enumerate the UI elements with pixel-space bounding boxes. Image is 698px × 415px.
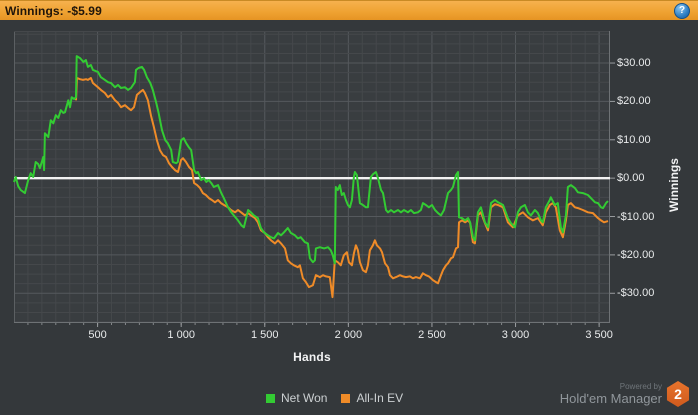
- winnings-chart: [13, 31, 615, 327]
- powered-by-texts: Powered by Hold'em Manager: [560, 382, 662, 407]
- net-won-legend-label: Net Won: [281, 391, 328, 405]
- y-axis-tick-label: $20.00: [617, 95, 651, 108]
- legend: Net Won All-In EV: [266, 391, 403, 405]
- winnings-graph-window: Winnings: -$5.99 ? $30.00 $20.00 $10.00 $0.…: [0, 0, 698, 415]
- x-axis-title: Hands: [293, 350, 331, 364]
- legend-item-all-in-ev: All-In EV: [341, 391, 403, 405]
- x-axis-tick-label: 1 000: [167, 329, 195, 341]
- all-in-ev-swatch-icon: [341, 393, 351, 403]
- y-axis-tick-label: -$20.00: [617, 248, 655, 261]
- all-in-ev-legend-label: All-In EV: [356, 391, 404, 405]
- x-axis-tick-label: 3 000: [501, 329, 530, 341]
- titlebar: Winnings: -$5.99 ?: [0, 0, 698, 20]
- x-axis-tick-label: 500: [88, 329, 107, 341]
- net-won-swatch-icon: [266, 393, 275, 403]
- x-axis-tick-label: 3 500: [585, 329, 613, 341]
- legend-item-net-won: Net Won: [266, 391, 327, 405]
- powered-by-label: Powered by: [619, 381, 662, 391]
- titlebar-value: -$5.99: [67, 3, 102, 18]
- x-axis-tick-label: 2 500: [418, 329, 446, 341]
- titlebar-label: Winnings:: [5, 3, 64, 18]
- titlebar-text: Winnings: -$5.99: [0, 4, 102, 18]
- y-axis-tick-label: $30.00: [617, 57, 651, 70]
- net-won-line: [13, 55, 609, 265]
- chart-plot-area: [13, 31, 615, 327]
- help-icon[interactable]: ?: [674, 3, 690, 19]
- y-axis-title: Winnings: [667, 158, 681, 212]
- brand-name: Hold'em Manager: [559, 390, 662, 406]
- y-axis-tick-label: -$30.00: [617, 287, 655, 300]
- powered-by-block: Powered by Hold'em Manager 2: [560, 381, 690, 407]
- hm2-logo-icon: 2: [666, 381, 690, 407]
- x-axis-tick-label: 1 500: [251, 329, 279, 341]
- x-axis-tick-label: 2 000: [334, 329, 363, 341]
